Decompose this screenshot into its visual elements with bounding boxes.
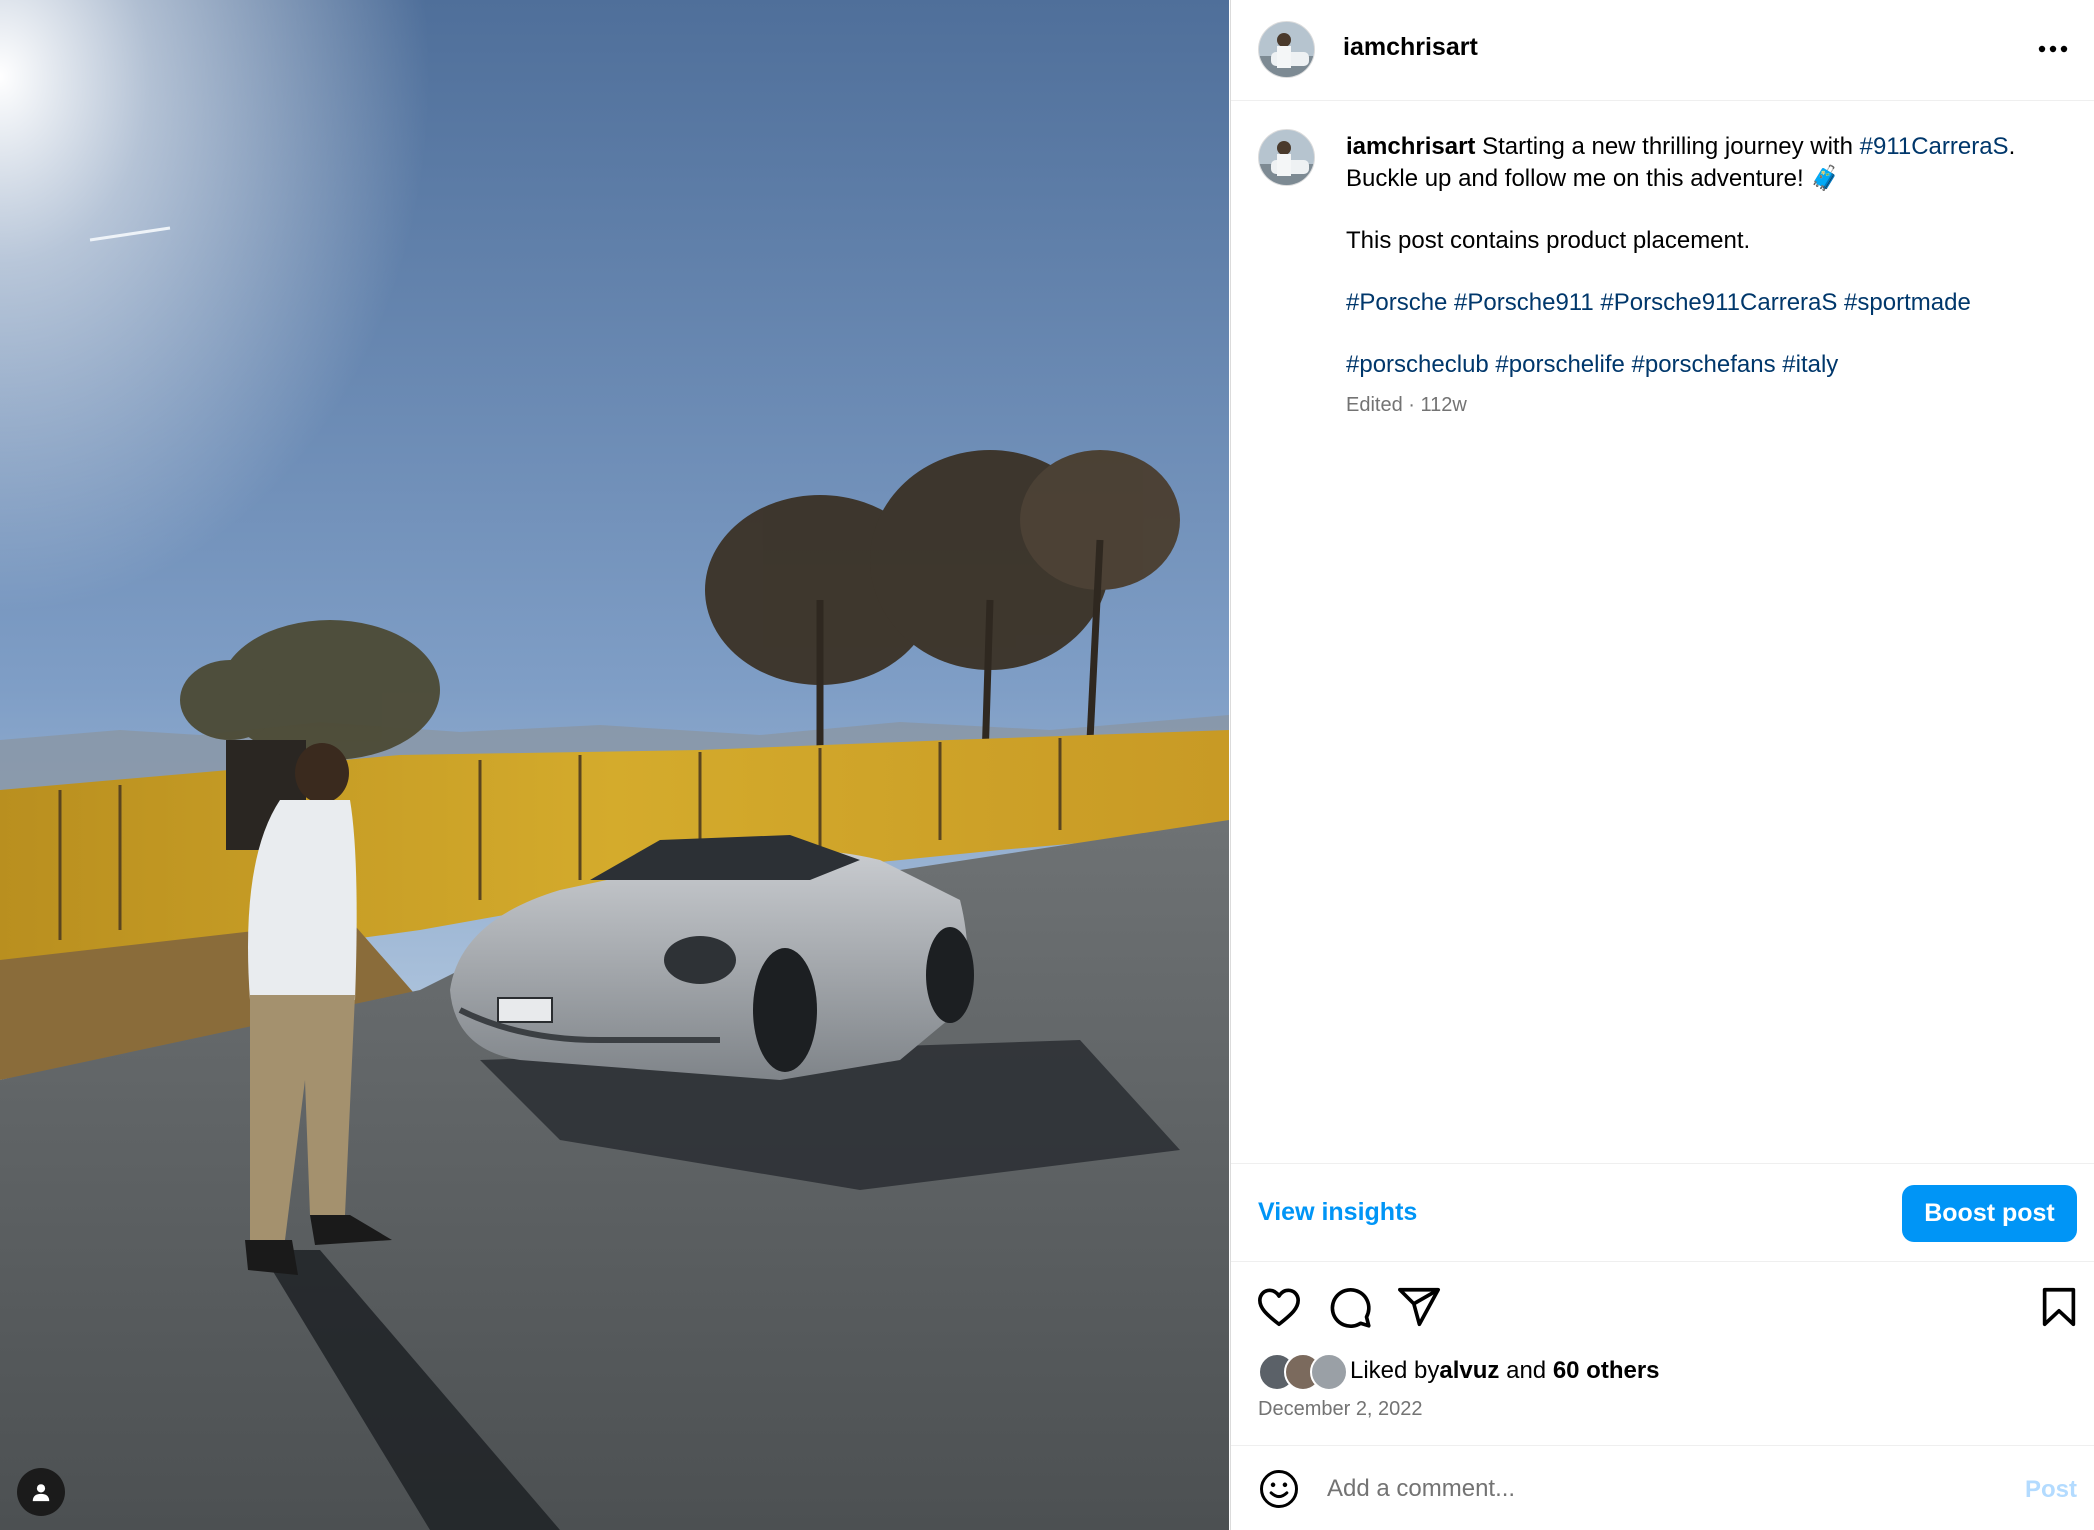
caption-author-avatar[interactable] xyxy=(1258,129,1315,186)
author-username[interactable]: iamchrisart xyxy=(1343,33,1478,62)
edited-label: Edited xyxy=(1346,394,1403,416)
avatar-image xyxy=(1259,22,1314,77)
comment-icon[interactable] xyxy=(1327,1284,1373,1330)
post-date[interactable]: December 2, 2022 xyxy=(1258,1398,1423,1421)
hashtags-line-1[interactable]: #Porsche #Porsche911 #Porsche911CarreraS… xyxy=(1346,287,2066,319)
emoji-smile-icon[interactable] xyxy=(1258,1468,1300,1510)
likes-prefix: Liked by xyxy=(1350,1357,1440,1384)
product-placement-disclosure: This post contains product placement. xyxy=(1346,227,1751,254)
hashtag-link[interactable]: #911CarreraS xyxy=(1860,133,2009,160)
luggage-emoji: 🧳 xyxy=(1810,165,1841,192)
post-age[interactable]: 112w xyxy=(1421,394,1467,416)
comment-input[interactable] xyxy=(1325,1466,1969,1512)
more-options-button[interactable] xyxy=(2033,32,2073,66)
caption-text-end: . xyxy=(2008,133,2016,160)
caption-meta: Edited · 112w xyxy=(1346,389,2066,421)
liker-avatar xyxy=(1310,1353,1348,1391)
post-image xyxy=(0,0,1229,1530)
comment-bar: Post xyxy=(1231,1445,2094,1530)
insights-bar: View insights Boost post xyxy=(1231,1163,2094,1262)
tagged-users-button[interactable] xyxy=(17,1468,65,1516)
meta-separator: · xyxy=(1408,394,1415,416)
caption-line-2: Buckle up and follow me on this adventur… xyxy=(1346,165,1811,192)
post-header: iamchrisart xyxy=(1231,0,2094,101)
avatar-image xyxy=(1259,130,1314,185)
caption-username[interactable]: iamchrisart xyxy=(1346,133,1475,160)
caption-text: iamchrisart Starting a new thrilling jou… xyxy=(1346,131,2066,421)
share-icon[interactable] xyxy=(1396,1284,1442,1330)
post-comment-button[interactable]: Post xyxy=(2025,1476,2077,1504)
liker-avatars[interactable] xyxy=(1258,1353,1348,1391)
first-liker[interactable]: alvuz xyxy=(1439,1357,1499,1385)
action-bar xyxy=(1231,1268,2094,1343)
post-sidebar: iamchrisart iamchrisart Starting a new t… xyxy=(1230,0,2094,1530)
more-horizontal-icon xyxy=(2038,45,2068,53)
hashtags-line-2[interactable]: #porscheclub #porschelife #porschefans #… xyxy=(1346,349,2066,381)
caption-text-start: Starting a new thrilling journey with xyxy=(1475,133,1860,160)
boost-post-button[interactable]: Boost post xyxy=(1902,1185,2077,1242)
user-tag-icon xyxy=(32,1484,50,1502)
likes-others-link[interactable]: 60 others xyxy=(1553,1357,1660,1385)
heart-icon[interactable] xyxy=(1256,1284,1302,1330)
bookmark-icon[interactable] xyxy=(2036,1284,2082,1330)
view-insights-link[interactable]: View insights xyxy=(1258,1198,1417,1227)
likes-summary: Liked by alvuz and 60 others xyxy=(1258,1353,1660,1391)
likes-conjunction: and xyxy=(1499,1357,1553,1384)
author-avatar[interactable] xyxy=(1258,21,1315,78)
post-photo[interactable] xyxy=(0,0,1229,1530)
